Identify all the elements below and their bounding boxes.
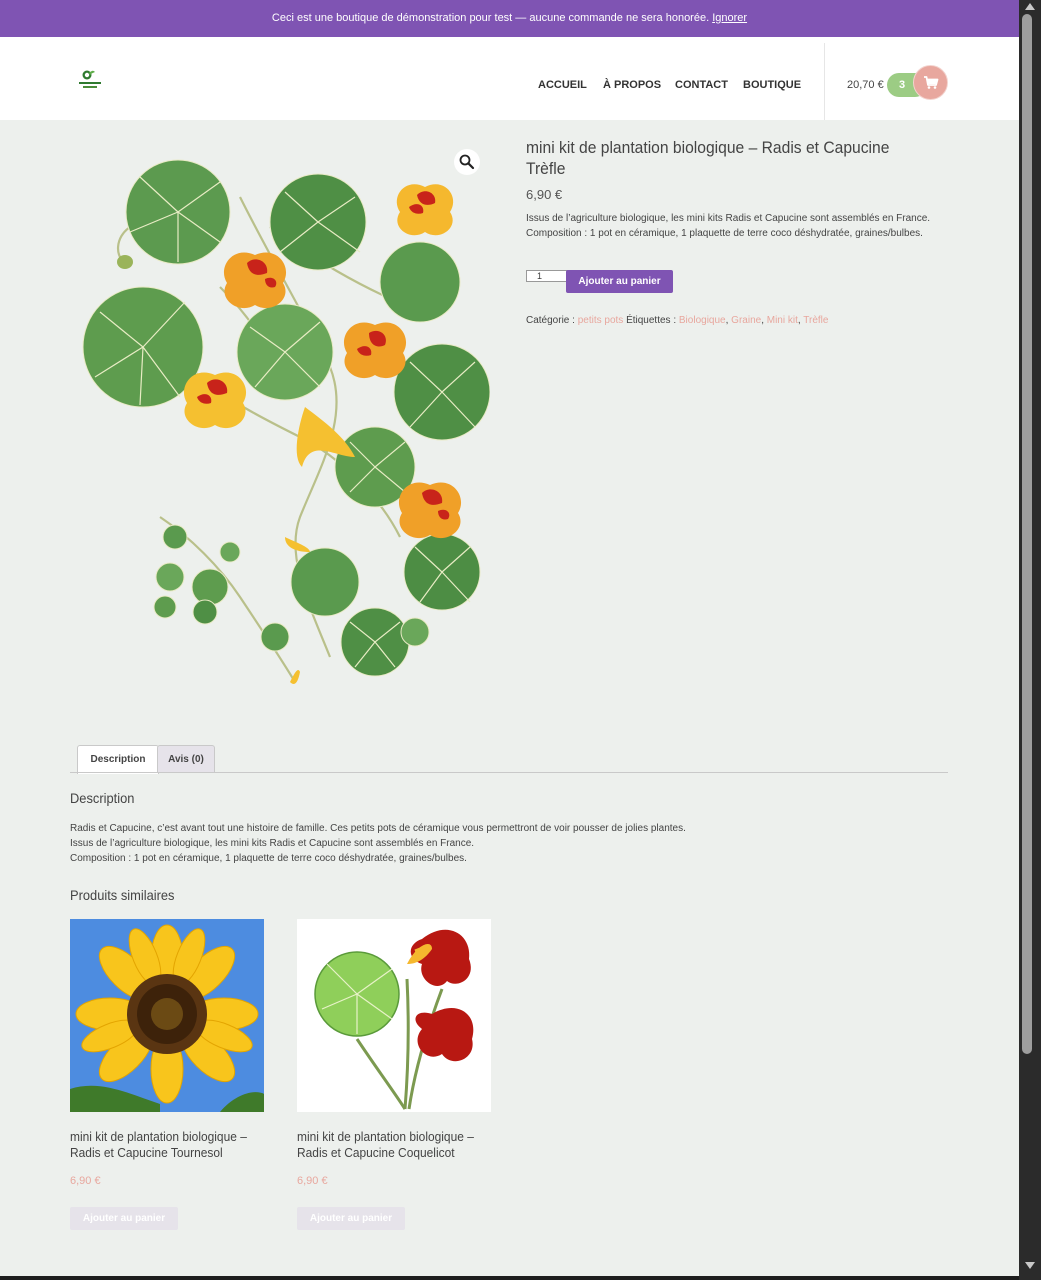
tag-link-trefle[interactable]: Trèfle — [803, 315, 828, 326]
add-to-cart-button[interactable]: Ajouter au panier — [566, 270, 673, 293]
short-description-line: Composition : 1 pot en céramique, 1 plaq… — [526, 228, 923, 239]
cart-button[interactable] — [913, 65, 948, 100]
tag-link-biologique[interactable]: Biologique — [679, 315, 726, 326]
cart-icon — [924, 76, 939, 89]
category-label: Catégorie : — [526, 315, 575, 326]
related-product-price: 6,90 € — [297, 1175, 328, 1187]
dismiss-notice-link[interactable]: Ignorer — [712, 12, 747, 24]
product-price: 6,90 € — [526, 187, 563, 202]
cart-total[interactable]: 20,70 € — [847, 79, 884, 91]
sunflower-image[interactable] — [70, 919, 264, 1112]
scrollbar-thumb[interactable] — [1022, 14, 1032, 1054]
related-add-to-cart-button[interactable]: Ajouter au panier — [297, 1207, 405, 1230]
tab-reviews[interactable]: Avis (0) — [157, 745, 215, 773]
category-link[interactable]: petits pots — [578, 315, 624, 326]
tag-link-graine[interactable]: Graine — [731, 315, 761, 326]
related-products-heading: Produits similaires — [70, 887, 175, 903]
description-heading: Description — [70, 790, 135, 806]
related-product-card: mini kit de plantation biologique – Radi… — [70, 919, 264, 1230]
product-meta: Catégorie : petits pots Étiquettes : Bio… — [526, 315, 829, 326]
site-header: ACCUEIL À PROPOS CONTACT BOUTIQUE 20,70 … — [0, 37, 1019, 120]
product-summary: mini kit de plantation biologique – Radi… — [526, 137, 946, 326]
scroll-down-arrow-icon[interactable] — [1025, 1262, 1035, 1269]
page: Ceci est une boutique de démonstration p… — [0, 0, 1019, 1276]
nav-contact[interactable]: CONTACT — [675, 79, 728, 91]
short-description-line: Issus de l’agriculture biologique, les m… — [526, 213, 931, 224]
site-logo[interactable] — [78, 69, 102, 93]
related-product-price: 6,90 € — [70, 1175, 101, 1187]
zoom-button[interactable] — [454, 149, 480, 175]
nav-boutique[interactable]: BOUTIQUE — [743, 79, 801, 91]
tags-label: Étiquettes : — [626, 315, 677, 326]
description-body: Radis et Capucine, c’est avant tout une … — [70, 821, 686, 866]
demo-store-notice: Ceci est une boutique de démonstration p… — [0, 0, 1019, 37]
related-product-card: mini kit de plantation biologique – Radi… — [297, 919, 491, 1230]
nav-accueil[interactable]: ACCUEIL — [538, 79, 587, 91]
tag-link-mini-kit[interactable]: Mini kit — [767, 315, 798, 326]
scrollbar[interactable] — [1019, 0, 1041, 1280]
product-image[interactable] — [70, 137, 490, 702]
scroll-up-arrow-icon[interactable] — [1025, 3, 1035, 10]
related-add-to-cart-button[interactable]: Ajouter au panier — [70, 1207, 178, 1230]
description-line: Radis et Capucine, c’est avant tout une … — [70, 823, 686, 834]
demo-notice-text: Ceci est une boutique de démonstration p… — [271, 12, 710, 24]
red-nasturtium-image[interactable] — [297, 919, 491, 1112]
tab-description[interactable]: Description — [77, 745, 159, 774]
nav-a-propos[interactable]: À PROPOS — [603, 79, 661, 91]
product-short-description: Issus de l’agriculture biologique, les m… — [526, 211, 946, 241]
description-line: Composition : 1 pot en céramique, 1 plaq… — [70, 853, 467, 864]
product-title: mini kit de plantation biologique – Radi… — [526, 138, 890, 178]
tabs-divider — [70, 772, 948, 773]
related-product-title[interactable]: mini kit de plantation biologique – Radi… — [70, 1129, 254, 1161]
magnifier-icon — [459, 154, 475, 170]
header-divider — [824, 43, 825, 120]
description-line: Issus de l’agriculture biologique, les m… — [70, 838, 475, 849]
related-product-title[interactable]: mini kit de plantation biologique – Radi… — [297, 1129, 481, 1161]
